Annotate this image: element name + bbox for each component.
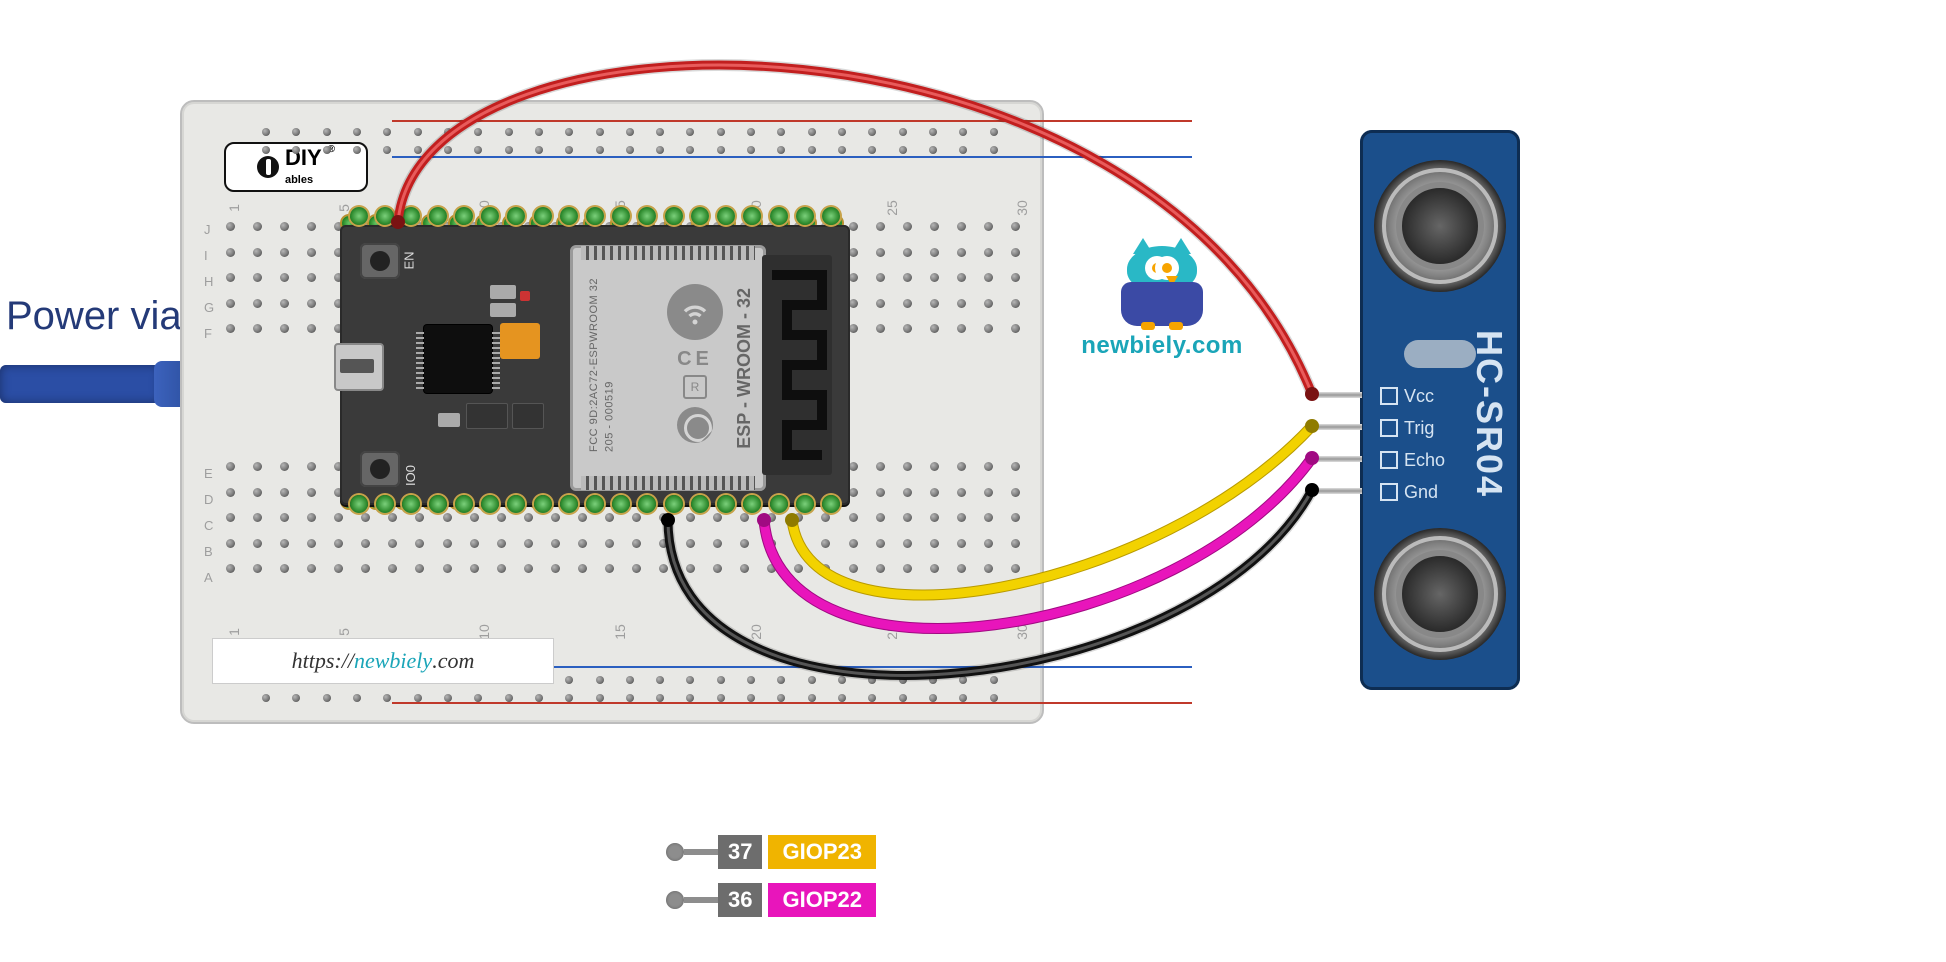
row-letter: F [204, 326, 212, 341]
row-letter: E [204, 466, 213, 481]
row-letter: D [204, 492, 213, 507]
ultrasonic-transmitter [1374, 160, 1506, 292]
breadboard-top-neg-rail [392, 156, 1192, 158]
row-letter: H [204, 274, 213, 289]
esp32-header-bottom [348, 495, 842, 523]
newbiely-logo: newbiely.com [1072, 246, 1252, 360]
row-letter: C [204, 518, 213, 533]
ce-icon: CE [667, 348, 723, 371]
legend-pin-name: GIOP22 [768, 883, 875, 917]
pin-vcc-label: Vcc [1404, 380, 1434, 412]
row-letter: G [204, 300, 214, 315]
url-brand: newbiely [354, 648, 432, 674]
wiring-diagram: Power via USB ⟶ DIY ables ® /*placeholde… [0, 0, 1946, 962]
espressif-icon [677, 407, 713, 443]
pin-trig-label: Trig [1404, 412, 1434, 444]
url-prefix: https:// [292, 648, 354, 674]
hc-sr04-sensor: HC-SR04 Vcc Trig Echo Gnd [1360, 130, 1520, 690]
legend-pin-name: GIOP23 [768, 835, 875, 869]
legend-row-giop23: 37 GIOP23 [666, 832, 876, 872]
col-num: 1 [226, 628, 242, 636]
pin-echo-label: Echo [1404, 444, 1445, 476]
ultrasonic-receiver [1374, 528, 1506, 660]
legend-pin-number: 36 [718, 883, 762, 917]
legend-row-giop22: 36 GIOP22 [666, 880, 876, 920]
col-num: 30 [1014, 624, 1030, 640]
pin-gnd-label: Gnd [1404, 476, 1438, 508]
col-num: 15 [612, 624, 628, 640]
col-num: 20 [748, 624, 764, 640]
en-button-label: EN [402, 251, 417, 269]
watermark-url: https://newbiely.com [212, 638, 554, 684]
usb-uart-chip [424, 325, 492, 393]
breadboard-top-pos-rail [392, 120, 1192, 122]
col-num: 25 [884, 624, 900, 640]
breadboard-brand-sub: ables [285, 174, 313, 186]
col-num: 5 [336, 628, 352, 636]
sensor-model-label: HC-SR04 [1468, 330, 1510, 498]
row-letter: J [204, 222, 211, 237]
sensor-lead-trig [1312, 424, 1362, 430]
col-num: 1 [226, 204, 242, 212]
newbiely-logo-text: newbiely.com [1072, 332, 1252, 360]
col-num: 30 [1014, 200, 1030, 216]
esp32-devkit: EN IO0 FCC 9D:2AC72-ESPWROOM 32 205 - 00… [340, 225, 850, 505]
shield-module-name: ESP - WROOM - 32 [734, 288, 755, 449]
col-num: 25 [884, 200, 900, 216]
sensor-lead-echo [1312, 456, 1362, 462]
pcb-antenna [762, 255, 832, 475]
en-button [360, 243, 400, 279]
row-letter: I [204, 248, 208, 263]
tantalum-capacitor [500, 323, 540, 359]
url-suffix: .com [432, 648, 474, 674]
micro-usb-port [334, 343, 384, 391]
io0-button [360, 451, 400, 487]
row-letter: B [204, 544, 213, 559]
sensor-pin-labels: Vcc Trig Echo Gnd [1380, 380, 1445, 508]
row-letter: A [204, 570, 213, 585]
sensor-lead-gnd [1312, 488, 1362, 494]
esp-wroom-32-shield: FCC 9D:2AC72-ESPWROOM 32 205 - 000519 ES… [570, 245, 766, 491]
r-mark-icon: R [683, 375, 707, 399]
esp32-header-top [348, 207, 842, 235]
wifi-icon [667, 284, 723, 340]
pin-legend: 37 GIOP23 36 GIOP22 [666, 832, 876, 928]
owl-icon [1117, 246, 1207, 326]
sensor-lead-vcc [1312, 392, 1362, 398]
shield-cert-logos: CE R [667, 284, 723, 444]
breadboard-bot-pos-rail [392, 702, 1192, 704]
crystal-oscillator [1404, 340, 1476, 368]
legend-pin-number: 37 [718, 835, 762, 869]
io0-button-label: IO0 [403, 465, 418, 486]
shield-fcc-text: FCC 9D:2AC72-ESPWROOM 32 205 - 000519 [587, 278, 618, 452]
